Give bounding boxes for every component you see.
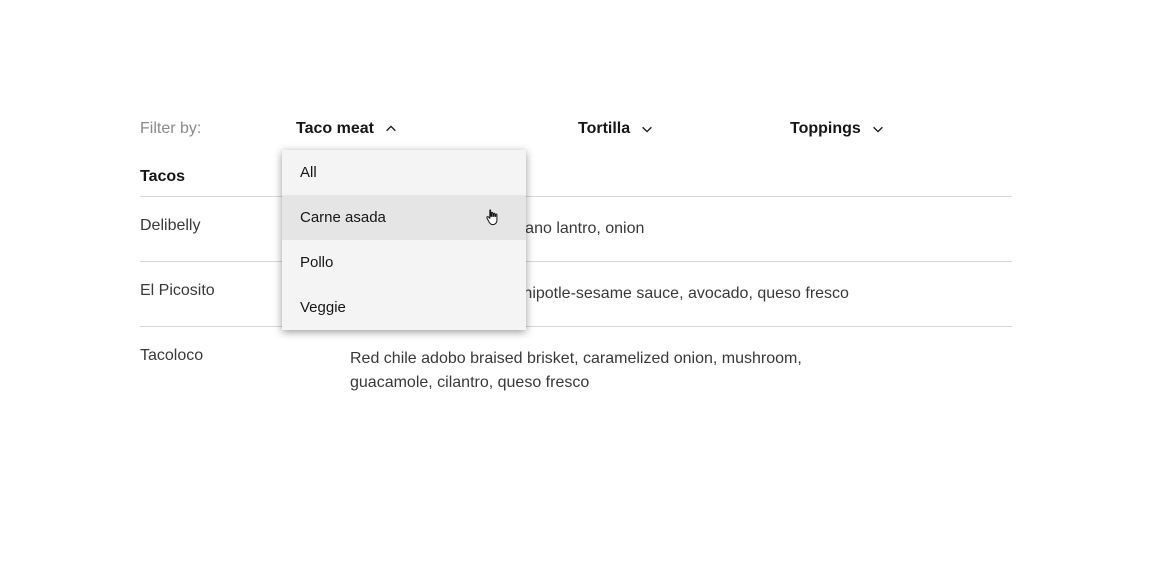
- dropdown-option-pollo[interactable]: Pollo: [282, 240, 526, 285]
- table-row: Tacoloco Red chile adobo braised brisket…: [140, 326, 1012, 415]
- filter-taco-meat[interactable]: Taco meat: [296, 120, 578, 138]
- chevron-up-icon: [384, 122, 398, 136]
- dropdown-option-label: Carne asada: [300, 209, 386, 226]
- filter-by-label: Filter by:: [140, 120, 296, 138]
- dropdown-taco-meat: All Carne asada Pollo Veggie: [282, 150, 526, 330]
- filter-row: Filter by: Taco meat Tortilla Toppings: [140, 120, 1012, 138]
- row-name: Tacoloco: [140, 347, 350, 395]
- filter-tortilla[interactable]: Tortilla: [578, 120, 790, 138]
- dropdown-option-veggie[interactable]: Veggie: [282, 285, 526, 330]
- filter-toppings[interactable]: Toppings: [790, 120, 885, 138]
- dropdown-option-all[interactable]: All: [282, 150, 526, 195]
- torn-edge-decoration: [0, 541, 1152, 567]
- table-row: El Picosito Grilled beef tenderloin, chi…: [140, 261, 1012, 326]
- filter-toppings-label: Toppings: [790, 120, 861, 138]
- filter-taco-meat-label: Taco meat: [296, 120, 374, 138]
- table-row: Delibelly low. Honey tomatillo-serrano l…: [140, 196, 1012, 261]
- row-description: Red chile adobo braised brisket, caramel…: [350, 347, 850, 395]
- chevron-down-icon: [871, 122, 885, 136]
- dropdown-option-carne-asada[interactable]: Carne asada: [282, 195, 526, 240]
- filter-tortilla-label: Tortilla: [578, 120, 630, 138]
- pointer-cursor-icon: [484, 207, 504, 229]
- table-header: Tacos: [140, 168, 1012, 196]
- chevron-down-icon: [640, 122, 654, 136]
